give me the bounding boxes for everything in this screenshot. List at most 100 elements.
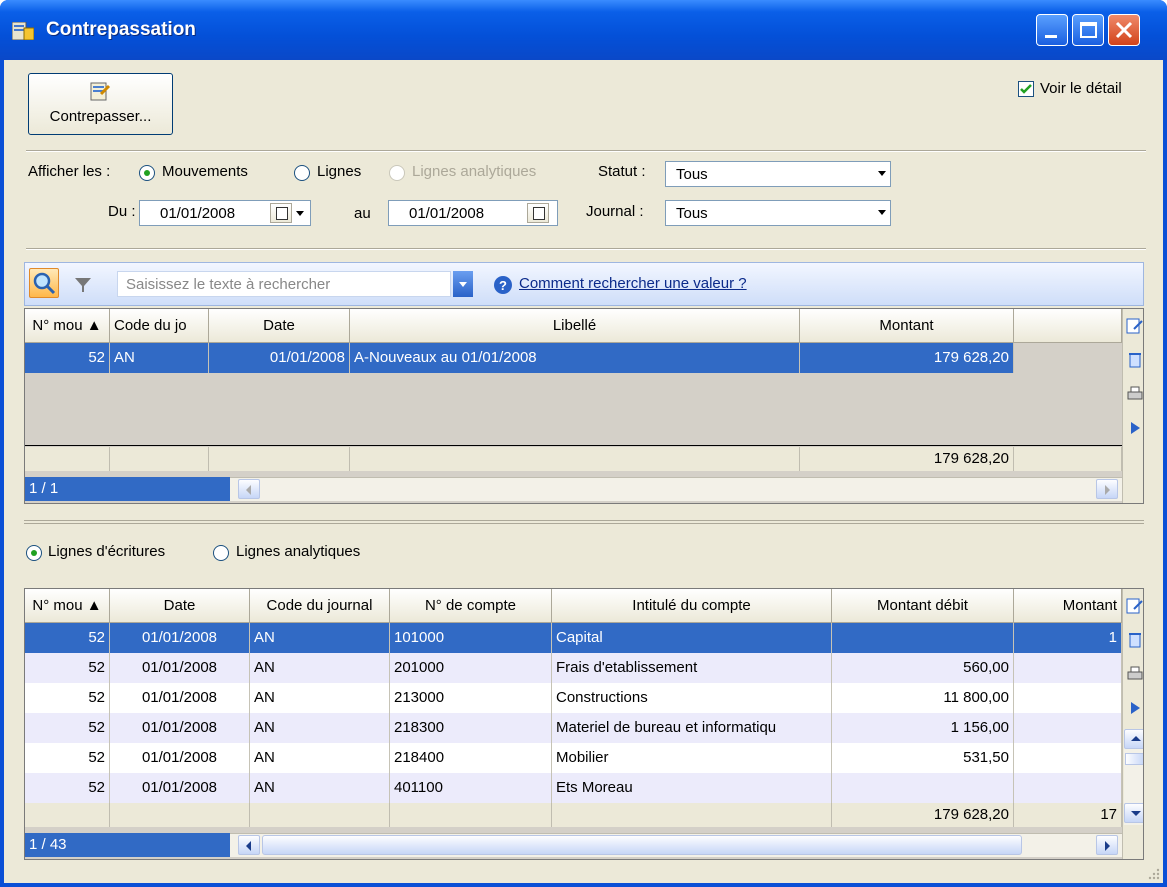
column-header-date[interactable]: Date bbox=[110, 589, 250, 623]
delete-icon[interactable] bbox=[1126, 351, 1144, 369]
table-row[interactable]: 52 01/01/2008 AN 401100 Ets Moreau bbox=[25, 773, 1122, 803]
scroll-right-button[interactable] bbox=[1096, 835, 1118, 855]
radio-mouvements[interactable] bbox=[139, 165, 155, 181]
radio-mouvements-label[interactable]: Mouvements bbox=[162, 163, 248, 180]
pager: 1 / 1 bbox=[25, 477, 230, 501]
statut-value: Tous bbox=[676, 166, 708, 183]
search-dropdown-button[interactable] bbox=[453, 271, 473, 297]
cell-intitule: Capital bbox=[552, 623, 832, 653]
table-row[interactable]: 52 01/01/2008 AN 218400 Mobilier 531,50 bbox=[25, 743, 1122, 773]
radio-lignes[interactable] bbox=[294, 165, 310, 181]
search-button[interactable] bbox=[29, 268, 59, 298]
horizontal-scrollbar[interactable] bbox=[230, 477, 1122, 501]
maximize-button[interactable] bbox=[1072, 14, 1104, 46]
column-header-journal[interactable]: Code du journal bbox=[250, 589, 390, 623]
radio-lignes-label[interactable]: Lignes bbox=[317, 163, 361, 180]
help-link[interactable]: Comment rechercher une valeur ? bbox=[519, 275, 747, 292]
table-row[interactable]: 52 01/01/2008 AN 218300 Materiel de bureau e… bbox=[25, 713, 1122, 743]
total-credit: 17 bbox=[1014, 803, 1122, 827]
cell-date: 01/01/2008 bbox=[110, 743, 250, 773]
radio-lignes-analytiques-detail-label[interactable]: Lignes analytiques bbox=[236, 543, 360, 560]
edit-icon[interactable] bbox=[1126, 597, 1144, 615]
column-header-code[interactable]: Code du jo bbox=[110, 309, 209, 343]
print-icon[interactable] bbox=[1126, 665, 1144, 683]
radio-lignes-ecritures-label[interactable]: Lignes d'écritures bbox=[48, 543, 165, 560]
scroll-down-button[interactable] bbox=[1124, 803, 1143, 823]
cell-compte: 213000 bbox=[390, 683, 552, 713]
cell-debit: 1 156,00 bbox=[832, 713, 1014, 743]
close-button[interactable] bbox=[1108, 14, 1140, 46]
chevron-down-icon[interactable] bbox=[296, 211, 304, 216]
scroll-right-button[interactable] bbox=[1096, 479, 1118, 499]
edit-icon[interactable] bbox=[1126, 317, 1144, 335]
filter-icon[interactable] bbox=[73, 275, 93, 295]
column-header-compte[interactable]: N° de compte bbox=[390, 589, 552, 623]
column-header-libelle[interactable]: Libellé bbox=[350, 309, 800, 343]
chevron-left-icon bbox=[246, 841, 251, 851]
du-date-field[interactable]: 01/01/2008 bbox=[139, 200, 311, 226]
column-header-num[interactable]: N° mou ▲ bbox=[25, 309, 110, 343]
delete-icon[interactable] bbox=[1126, 631, 1144, 649]
radio-lignes-analytiques-detail[interactable] bbox=[213, 545, 229, 561]
contrepasser-button[interactable]: Contrepasser... bbox=[28, 73, 173, 135]
horizontal-scrollbar[interactable] bbox=[230, 833, 1122, 857]
cell-code: AN bbox=[110, 343, 209, 373]
table-row[interactable]: 52 01/01/2008 AN 201000 Frais d'etablissemen… bbox=[25, 653, 1122, 683]
total-debit: 179 628,20 bbox=[832, 803, 1014, 827]
window-title: Contrepassation bbox=[46, 19, 196, 40]
footer-cell bbox=[552, 803, 832, 827]
footer-cell bbox=[110, 803, 250, 827]
splitter[interactable] bbox=[24, 520, 1144, 524]
column-header-credit[interactable]: Montant bbox=[1014, 589, 1122, 623]
calendar-icon[interactable] bbox=[527, 203, 549, 223]
title-bar[interactable]: Contrepassation bbox=[0, 0, 1167, 60]
rows-container: 52 01/01/2008 AN 101000 Capital 1 52 01/01/2008… bbox=[25, 623, 1122, 803]
scroll-left-button[interactable] bbox=[238, 479, 260, 499]
journal-select[interactable]: Tous bbox=[665, 200, 891, 226]
divider bbox=[26, 150, 1146, 152]
column-header-intitule[interactable]: Intitulé du compte bbox=[552, 589, 832, 623]
column-header-date[interactable]: Date bbox=[209, 309, 350, 343]
search-bar: Saisissez le texte à rechercher ? Commen… bbox=[24, 262, 1144, 306]
cell-num: 52 bbox=[25, 743, 110, 773]
calendar-icon[interactable] bbox=[270, 203, 292, 223]
voir-detail-checkbox[interactable] bbox=[1018, 81, 1034, 97]
chevron-left-icon bbox=[246, 485, 251, 495]
cell-compte: 201000 bbox=[390, 653, 552, 683]
table-row[interactable]: 52 01/01/2008 AN 101000 Capital 1 bbox=[25, 623, 1122, 653]
column-header-montant[interactable]: Montant bbox=[800, 309, 1014, 343]
scroll-left-button[interactable] bbox=[238, 835, 260, 855]
scroll-thumb[interactable] bbox=[262, 835, 1022, 855]
play-icon[interactable] bbox=[1126, 699, 1144, 717]
resize-grip-icon[interactable] bbox=[1146, 866, 1160, 880]
vertical-scrollbar[interactable] bbox=[1124, 729, 1143, 825]
chevron-down-icon bbox=[1131, 811, 1141, 816]
cell-credit: 1 bbox=[1014, 623, 1122, 653]
scroll-up-button[interactable] bbox=[1124, 729, 1143, 749]
column-header-debit[interactable]: Montant débit bbox=[832, 589, 1014, 623]
cell-credit bbox=[1014, 683, 1122, 713]
svg-text:?: ? bbox=[499, 278, 507, 293]
cell-intitule: Frais d'etablissement bbox=[552, 653, 832, 683]
footer-cell bbox=[250, 803, 390, 827]
play-icon[interactable] bbox=[1126, 419, 1144, 437]
checkmark-icon bbox=[1020, 84, 1032, 94]
chevron-down-icon bbox=[459, 282, 467, 287]
footer-cell bbox=[110, 447, 209, 471]
au-date-field[interactable]: 01/01/2008 bbox=[388, 200, 558, 226]
grid-side-toolbar bbox=[1122, 589, 1144, 859]
statut-select[interactable]: Tous bbox=[665, 161, 891, 187]
scroll-thumb[interactable] bbox=[1125, 753, 1143, 765]
minimize-icon bbox=[1045, 35, 1057, 38]
search-input[interactable]: Saisissez le texte à rechercher bbox=[117, 271, 451, 297]
cell-debit: 531,50 bbox=[832, 743, 1014, 773]
radio-lignes-ecritures[interactable] bbox=[26, 545, 42, 561]
table-row[interactable]: 52 01/01/2008 AN 213000 Constructions 11 800,… bbox=[25, 683, 1122, 713]
column-header-num[interactable]: N° mou ▲ bbox=[25, 589, 110, 623]
close-icon bbox=[1115, 21, 1133, 39]
table-row[interactable]: 52 AN 01/01/2008 A-Nouveaux au 01/01/200… bbox=[25, 343, 1014, 373]
cell-intitule: Materiel de bureau et informatiqu bbox=[552, 713, 832, 743]
print-icon[interactable] bbox=[1126, 385, 1144, 403]
du-date-value: 01/01/2008 bbox=[160, 205, 236, 222]
minimize-button[interactable] bbox=[1036, 14, 1068, 46]
